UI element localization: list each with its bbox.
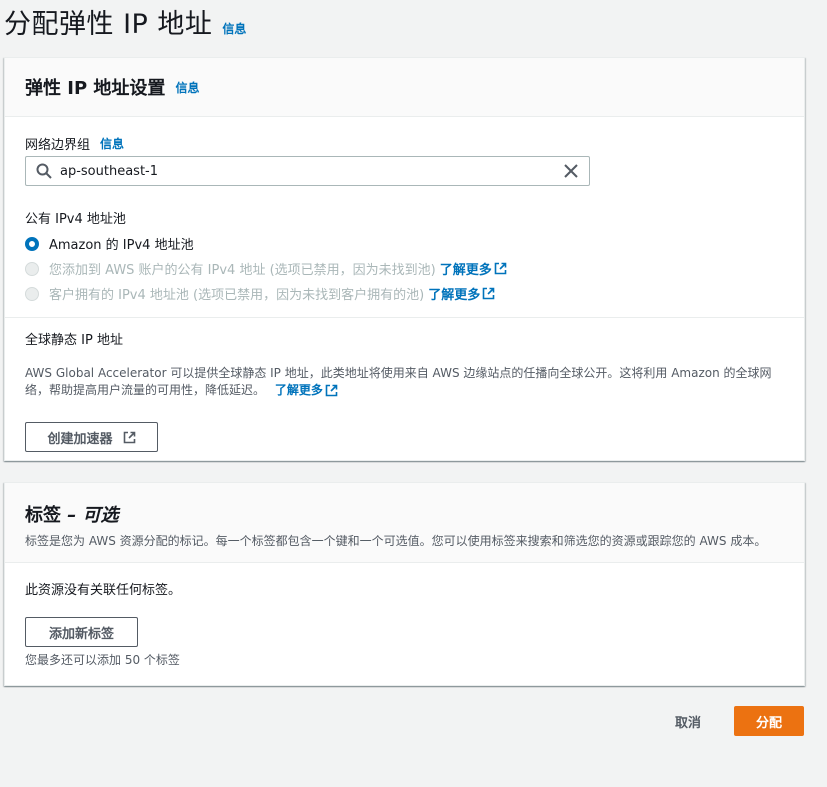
settings-info-link[interactable]: 信息: [175, 79, 199, 96]
allocate-button-label: 分配: [755, 715, 782, 731]
add-tag-button-label: 添加新标签: [48, 626, 114, 642]
allocate-button[interactable]: 分配: [734, 706, 804, 736]
global-static-ip-label-text: 全球静态 IP 地址: [25, 333, 123, 348]
tags-description: 标签是您为 AWS 资源分配的标记。每一个标签都包含一个键和一个可选值。您可以使…: [25, 534, 767, 548]
search-icon: [36, 163, 52, 179]
external-link-icon: [482, 287, 495, 300]
settings-panel-header: 弹性 IP 地址设置 信息: [5, 58, 804, 117]
learn-more-link[interactable]: 了解更多: [440, 259, 507, 278]
section-divider: [5, 317, 804, 318]
learn-more-text[interactable]: 了解更多: [275, 382, 323, 399]
radio-button-selected[interactable]: [25, 236, 39, 251]
radio-label: 您添加到 AWS 账户的公有 IPv4 地址 (选项已禁用，因为未找到池): [49, 263, 436, 278]
page-title: 分配弹性 IP 地址: [4, 9, 213, 40]
ipv4-pool-label-text: 公有 IPv4 地址池: [25, 212, 126, 227]
page-info-link[interactable]: 信息: [222, 20, 246, 37]
ipv4-pool-label: 公有 IPv4 地址池: [25, 208, 126, 227]
ipv4-pool-option-byoip: 您添加到 AWS 账户的公有 IPv4 地址 (选项已禁用，因为未找到池) 了解…: [25, 259, 507, 278]
tags-optional-text: – 可选: [67, 505, 119, 526]
create-accelerator-button-label: 创建加速器: [47, 431, 113, 447]
create-accelerator-button[interactable]: 创建加速器: [25, 422, 158, 452]
network-border-group-search[interactable]: [25, 156, 590, 186]
network-border-group-label-row: 网络边界组 信息: [25, 134, 124, 153]
external-link-icon: [123, 431, 136, 444]
ipv4-pool-option-coip: 客户拥有的 IPv4 地址池 (选项已禁用，因为未找到客户拥有的池) 了解更多: [25, 284, 495, 303]
no-tags-text: 此资源没有关联任何标签。: [25, 583, 182, 598]
network-border-group-label: 网络边界组: [25, 138, 91, 153]
radio-label: Amazon 的 IPv4 地址池: [49, 238, 194, 253]
tags-panel-title: 标签 – 可选: [25, 501, 784, 527]
learn-more-link[interactable]: 了解更多: [275, 382, 338, 399]
network-border-group-input[interactable]: [60, 163, 563, 179]
cancel-button[interactable]: 取消: [655, 706, 721, 736]
tags-limit-text: 您最多还可以添加 50 个标签: [25, 653, 180, 667]
settings-panel-title: 弹性 IP 地址设置: [25, 78, 166, 99]
page-title-row: 分配弹性 IP 地址 信息: [4, 2, 246, 41]
tags-panel: 标签 – 可选 标签是您为 AWS 资源分配的标记。每一个标签都包含一个键和一个…: [4, 482, 805, 686]
tags-title-text: 标签: [25, 505, 61, 526]
external-link-icon: [494, 262, 507, 275]
global-accelerator-description: AWS Global Accelerator 可以提供全球静态 IP 地址，此类…: [25, 365, 790, 399]
radio-button-disabled: [25, 286, 39, 301]
global-accelerator-description-text: AWS Global Accelerator 可以提供全球静态 IP 地址，此类…: [25, 366, 772, 397]
elastic-ip-settings-panel: 弹性 IP 地址设置 信息 网络边界组 信息 公有 IPv4 地址池 Amazo…: [4, 57, 805, 461]
ipv4-pool-option-amazon[interactable]: Amazon 的 IPv4 地址池: [25, 234, 194, 253]
network-border-group-info-link[interactable]: 信息: [100, 135, 124, 152]
learn-more-text[interactable]: 了解更多: [440, 259, 492, 278]
cancel-button-label: 取消: [674, 715, 701, 731]
global-static-ip-label: 全球静态 IP 地址: [25, 329, 123, 348]
radio-label: 客户拥有的 IPv4 地址池 (选项已禁用，因为未找到客户拥有的池): [49, 288, 425, 303]
learn-more-link[interactable]: 了解更多: [428, 284, 495, 303]
learn-more-text[interactable]: 了解更多: [428, 284, 480, 303]
radio-button-disabled: [25, 261, 39, 276]
tags-panel-header: 标签 – 可选 标签是您为 AWS 资源分配的标记。每一个标签都包含一个键和一个…: [5, 483, 804, 563]
clear-icon[interactable]: [563, 163, 579, 179]
add-tag-button[interactable]: 添加新标签: [25, 617, 138, 647]
external-link-icon: [325, 384, 338, 397]
